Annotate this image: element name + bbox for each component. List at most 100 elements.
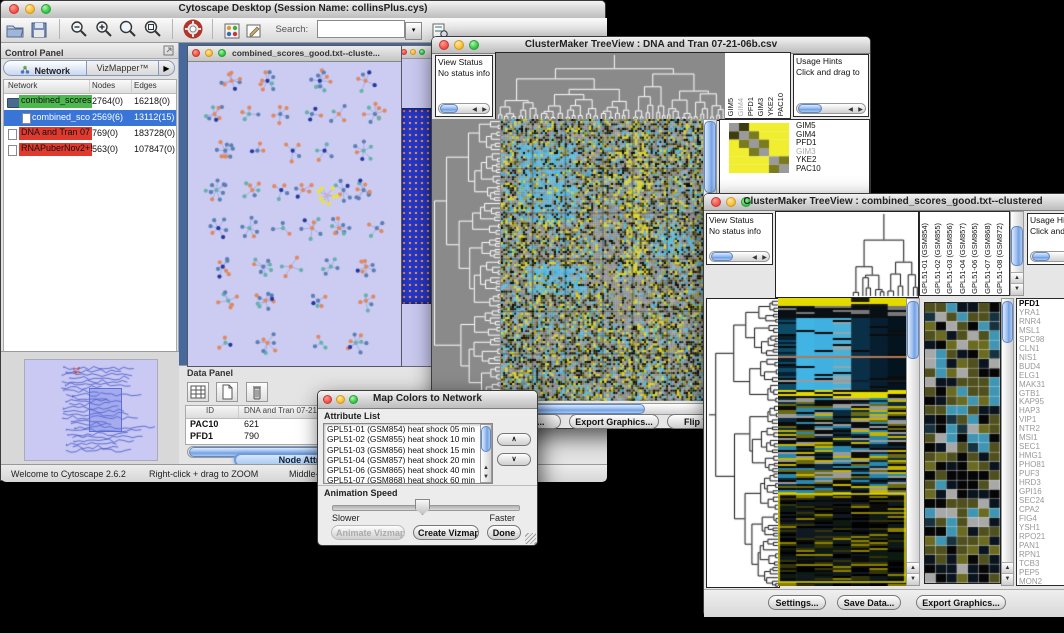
attribute-list-item[interactable]: GPL51-02 (GSM855) heat shock 10 min — [327, 434, 492, 444]
cytoscape-titlebar[interactable]: Cytoscape Desktop (Session Name: collins… — [1, 1, 605, 19]
tv1-mini-heatmap[interactable] — [729, 123, 789, 173]
tv1-hints-hscrollbar[interactable]: ◀▶ — [796, 103, 866, 114]
attribute-list-item[interactable]: GPL51-04 (GSM857) heat shock 20 min — [327, 455, 492, 465]
new-attribute-icon[interactable] — [216, 382, 238, 402]
tv1-row-dendrogram[interactable] — [432, 119, 501, 401]
create-vizmap-button[interactable]: Create Vizmap — [413, 525, 479, 540]
table-icon[interactable] — [187, 382, 209, 402]
attribute-listbox[interactable]: GPL51-01 (GSM854) heat shock 05 minGPL51… — [323, 423, 493, 484]
birdseye-viewport[interactable] — [89, 388, 122, 432]
column-label[interactable]: GPL51-01 (GSM854) — [921, 223, 934, 294]
status-pan-hint: Middle- — [289, 469, 319, 479]
tv1-export-graphics-button[interactable]: Export Graphics... — [569, 414, 659, 429]
column-label[interactable]: GPL51-08 (GSM872) — [996, 223, 1009, 294]
zoom-in-icon[interactable] — [94, 19, 114, 39]
network-table-row[interactable]: DNA and Tran 07769(0)183728(0) — [4, 126, 176, 142]
dense-network-hairball[interactable] — [401, 108, 432, 304]
network-view-canvas[interactable] — [188, 62, 399, 365]
tv1-view-status-panel: View Status No status info f ◀▶ — [435, 55, 493, 117]
file-icon — [8, 145, 17, 156]
tab-network[interactable]: Network — [3, 60, 87, 76]
tv2-export-graphics-button[interactable]: Export Graphics... — [916, 595, 1006, 610]
frame1-close-button[interactable] — [192, 49, 200, 57]
dialog-resize-grip[interactable] — [525, 533, 536, 544]
network-table: Network Nodes Edges combined_scores2764(… — [3, 79, 177, 390]
trash-icon[interactable] — [246, 382, 268, 402]
frame2-zoom-button[interactable] — [419, 49, 425, 55]
nodes-count: 2764(0) — [92, 96, 123, 106]
attribute-list-item[interactable]: GPL51-07 (GSM868) heat shock 60 min — [327, 475, 492, 484]
tv1-usage-hints-panel: Usage Hints Click and drag to ◀▶ — [793, 54, 869, 117]
frame2-minimize-button[interactable] — [410, 49, 416, 55]
treeview2-title: ClusterMaker TreeView : combined_scores_… — [704, 196, 1064, 207]
gene-id: PFD1 — [190, 431, 213, 441]
tv2-zoom-vscrollbar[interactable]: ▲▼ — [1001, 298, 1014, 586]
attribute-list-item[interactable]: GPL51-01 (GSM854) heat shock 05 min — [327, 424, 492, 434]
id-column-header[interactable]: ID — [206, 406, 214, 415]
open-session-icon[interactable] — [5, 20, 25, 40]
tv2-heatmap[interactable] — [778, 298, 906, 586]
tv2-hints-hscrollbar[interactable] — [1030, 251, 1064, 262]
search-input[interactable] — [317, 20, 405, 38]
dialog-title: Map Colors to Network — [318, 393, 537, 404]
animation-slider-thumb[interactable] — [415, 499, 430, 515]
col-header-nodes[interactable]: Nodes — [92, 81, 115, 90]
tv2-column-dendrogram[interactable] — [775, 211, 919, 298]
tv1-heatmap[interactable] — [501, 119, 703, 401]
col-header-network[interactable]: Network — [8, 81, 37, 90]
move-down-button[interactable]: ∨ — [497, 453, 531, 466]
tv1-column-dendrogram[interactable] — [495, 52, 726, 121]
zoom-actual-icon[interactable] — [118, 19, 138, 39]
tv2-gene-list: PFD1YRA1RNR4MSL1SPC98CLN1NIS1BUD4ELG1MAK… — [1016, 298, 1064, 586]
annotation-edit-icon[interactable] — [245, 22, 263, 40]
nodes-count: 563(0) — [92, 144, 118, 154]
float-panel-icon[interactable] — [163, 45, 174, 56]
treeview2-titlebar[interactable]: ClusterMaker TreeView : combined_scores_… — [704, 194, 1064, 211]
tv2-heatmap-vscrollbar[interactable]: ▲▼ — [906, 298, 920, 586]
network-frame-2[interactable] — [398, 45, 435, 367]
attribute-list-item[interactable]: GPL51-03 (GSM856) heat shock 15 min — [327, 445, 492, 455]
status-welcome: Welcome to Cytoscape 2.6.2 — [11, 469, 126, 479]
animate-vizmap-button[interactable]: Animate Vizmap — [331, 525, 405, 540]
tv2-save-data-button[interactable]: Save Data... — [837, 595, 901, 610]
tv2-view-status-panel: View Status No status info ◀▶ — [706, 213, 773, 265]
network-frame-1[interactable]: combined_scores_good.txt--cluste... — [187, 45, 402, 367]
tv1-column-labels: GIM5GIM4PFD1GIM3YKE2PAC10 — [725, 52, 791, 119]
gene-label[interactable]: MON2 — [1019, 578, 1045, 586]
edges-count: 183728(0) — [134, 128, 175, 138]
attribute-list-scrollbar[interactable]: ▲ ▼ — [480, 424, 492, 483]
treeview1-title: ClusterMaker TreeView : DNA and Tran 07-… — [432, 39, 870, 50]
slower-label: Slower — [332, 513, 360, 523]
save-session-icon[interactable] — [29, 20, 49, 40]
column-label[interactable]: PAC10 — [777, 93, 787, 116]
vizmapper-palette-icon[interactable] — [223, 22, 241, 40]
tv2-zoomed-heatmap[interactable] — [924, 302, 1001, 584]
tv2-status-hscrollbar[interactable]: ◀▶ — [709, 251, 770, 262]
move-up-button[interactable]: ∧ — [497, 433, 531, 446]
network-table-row[interactable]: RNAPuberNov2+!563(0)107847(0) — [4, 142, 176, 158]
network-name: RNAPuberNov2+! — [19, 143, 92, 156]
column-label[interactable]: GPL51-03 (GSM856) — [946, 223, 959, 294]
tv1-status-hscrollbar[interactable]: ◀▶ — [438, 103, 490, 114]
tab-vizmapper[interactable]: VizMapper™ — [87, 60, 159, 76]
tv2-settings-button[interactable]: Settings... — [768, 595, 826, 610]
dialog-titlebar[interactable]: Map Colors to Network — [318, 391, 537, 409]
gene-id: PAC10 — [190, 419, 218, 429]
search-dropdown-button[interactable]: ▾ — [405, 22, 422, 40]
frame1-minimize-button[interactable] — [205, 49, 213, 57]
status-zoom-hint: Right-click + drag to ZOOM — [149, 469, 258, 479]
zoom-fit-icon[interactable] — [143, 19, 163, 39]
network-table-row[interactable]: combined_sco2569(6)13112(15) — [4, 110, 176, 126]
tv2-header-vscrollbar[interactable]: ▲▼ — [1010, 211, 1024, 296]
network-table-row[interactable]: combined_scores2764(0)16218(0) — [4, 94, 176, 110]
tab-overflow-button[interactable]: ▶ — [159, 60, 175, 76]
column-label[interactable]: GPL51-06 (GSM865) — [971, 223, 984, 294]
done-button[interactable]: Done — [487, 525, 521, 540]
attribute-list-item[interactable]: GPL51-06 (GSM865) heat shock 40 min — [327, 465, 492, 475]
lifesaver-icon[interactable] — [183, 19, 203, 39]
tv2-row-dendrogram[interactable] — [706, 298, 780, 588]
col-header-edges[interactable]: Edges — [134, 81, 157, 90]
frame1-zoom-button[interactable] — [218, 49, 226, 57]
row-label[interactable]: PAC10 — [796, 165, 821, 174]
zoom-out-icon[interactable] — [69, 19, 89, 39]
